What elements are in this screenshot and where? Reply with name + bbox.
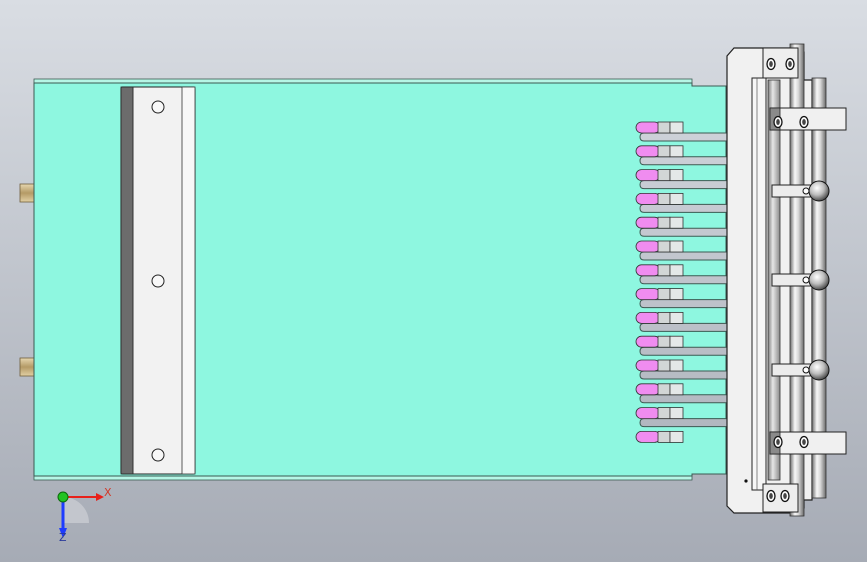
finger-tip xyxy=(635,359,661,372)
finger-block xyxy=(657,192,671,205)
screw-slot xyxy=(776,439,780,445)
screw-slot xyxy=(776,119,780,125)
finger-tip xyxy=(635,311,661,324)
clamp-pin xyxy=(802,276,810,284)
finger-block-end xyxy=(669,335,684,348)
screw-slot xyxy=(769,493,773,499)
finger-block-end xyxy=(669,216,684,229)
bar-hole xyxy=(151,274,165,288)
finger-tip xyxy=(635,430,661,443)
finger-block xyxy=(657,288,671,301)
screw-slot xyxy=(769,61,773,67)
screw-slot xyxy=(783,493,787,499)
finger-block-end xyxy=(669,145,684,158)
side-connector-bottom xyxy=(19,357,35,377)
screw-slot xyxy=(802,439,806,445)
finger-tip xyxy=(635,288,661,301)
finger-block-end xyxy=(669,359,684,372)
cad-drawing: X Z xyxy=(0,0,867,562)
finger-tip xyxy=(635,121,661,134)
finger-block-end xyxy=(669,169,684,182)
finger-block xyxy=(657,240,671,253)
cad-viewport[interactable]: X Z xyxy=(0,0,867,562)
x-axis-label: X xyxy=(104,486,112,499)
finger-tip xyxy=(635,335,661,348)
finger-block xyxy=(657,169,671,182)
finger-block-end xyxy=(669,430,684,443)
finger-tip xyxy=(635,240,661,253)
clamp-pin xyxy=(802,366,810,374)
screw-slot xyxy=(788,61,792,67)
finger-block-end xyxy=(669,407,684,420)
finger-block xyxy=(657,407,671,420)
finger-block-end xyxy=(669,240,684,253)
finger-tip xyxy=(635,169,661,182)
z-axis-label: Z xyxy=(59,531,67,544)
side-connector-top xyxy=(19,183,35,203)
finger-block xyxy=(657,264,671,277)
finger-tip xyxy=(635,407,661,420)
finger-block xyxy=(657,216,671,229)
finger-block-end xyxy=(669,264,684,277)
finger-tip xyxy=(635,192,661,205)
finger-block xyxy=(657,121,671,134)
finger-block-end xyxy=(669,121,684,134)
finger-block-end xyxy=(669,311,684,324)
finger-block xyxy=(657,145,671,158)
clamp-knob xyxy=(808,180,830,202)
finger-block xyxy=(657,430,671,443)
bar-hole xyxy=(151,448,165,462)
clamp-pin xyxy=(802,187,810,195)
finger-block xyxy=(657,335,671,348)
finger-block xyxy=(657,359,671,372)
finger-block-end xyxy=(669,192,684,205)
finger-tip xyxy=(635,145,661,158)
finger-tip xyxy=(635,216,661,229)
finger-block xyxy=(657,311,671,324)
finger-block-end xyxy=(669,288,684,301)
clamp-knob xyxy=(808,359,830,381)
finger-block xyxy=(657,383,671,396)
bar-hole xyxy=(151,100,165,114)
finger-block-end xyxy=(669,383,684,396)
finger-tip xyxy=(635,383,661,396)
finger-tip xyxy=(635,264,661,277)
clamp-knob xyxy=(808,269,830,291)
screw-slot xyxy=(802,119,806,125)
